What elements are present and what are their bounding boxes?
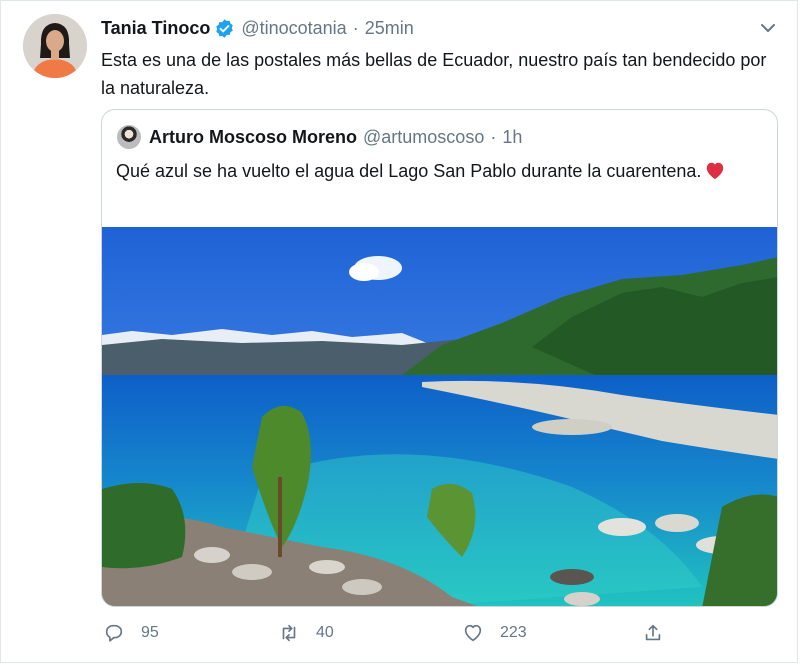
tweet-card[interactable]: Tania Tinoco @tinocotania · 25min Esta e… bbox=[0, 0, 798, 663]
author-handle[interactable]: @tinocotania bbox=[241, 18, 346, 39]
quoted-author-avatar[interactable] bbox=[117, 125, 141, 149]
separator-dot: · bbox=[352, 17, 359, 38]
reply-icon bbox=[105, 624, 123, 642]
quoted-tweet-text: Qué azul se ha vuelto el agua del Lago S… bbox=[116, 157, 756, 185]
share-button[interactable] bbox=[642, 621, 680, 645]
author-name[interactable]: Tania Tinoco bbox=[101, 18, 210, 39]
chevron-down-icon[interactable] bbox=[758, 18, 778, 38]
quoted-tweet[interactable]: Arturo Moscoso Moreno @artumoscoso · 1h … bbox=[101, 109, 778, 607]
quoted-author-name[interactable]: Arturo Moscoso Moreno bbox=[149, 127, 357, 148]
like-count: 223 bbox=[500, 624, 527, 641]
like-button[interactable]: 223 bbox=[462, 621, 527, 645]
action-bar: 95 40 223 bbox=[101, 621, 671, 645]
tweet-text: Esta es una de las postales más bellas d… bbox=[101, 50, 767, 98]
quoted-author-handle[interactable]: @artumoscoso bbox=[363, 127, 484, 148]
reply-button[interactable]: 95 bbox=[103, 621, 159, 645]
tweet-timestamp[interactable]: 25min bbox=[365, 18, 414, 39]
tweet-header: Tania Tinoco @tinocotania · 25min bbox=[101, 15, 414, 41]
lake-photo[interactable] bbox=[102, 227, 778, 607]
share-icon bbox=[645, 624, 661, 641]
reply-count: 95 bbox=[141, 624, 159, 641]
retweet-icon bbox=[282, 624, 296, 642]
quoted-text-content: Qué azul se ha vuelto el agua del Lago S… bbox=[116, 161, 702, 181]
like-icon bbox=[464, 624, 482, 642]
retweet-button[interactable]: 40 bbox=[278, 621, 334, 645]
separator-dot: · bbox=[490, 126, 497, 147]
quoted-tweet-header: Arturo Moscoso Moreno @artumoscoso · 1h bbox=[149, 124, 522, 150]
quoted-timestamp[interactable]: 1h bbox=[502, 127, 522, 148]
heart-emoji bbox=[707, 162, 724, 180]
verified-icon bbox=[216, 18, 234, 38]
retweet-count: 40 bbox=[316, 624, 334, 641]
author-avatar[interactable] bbox=[23, 14, 87, 78]
